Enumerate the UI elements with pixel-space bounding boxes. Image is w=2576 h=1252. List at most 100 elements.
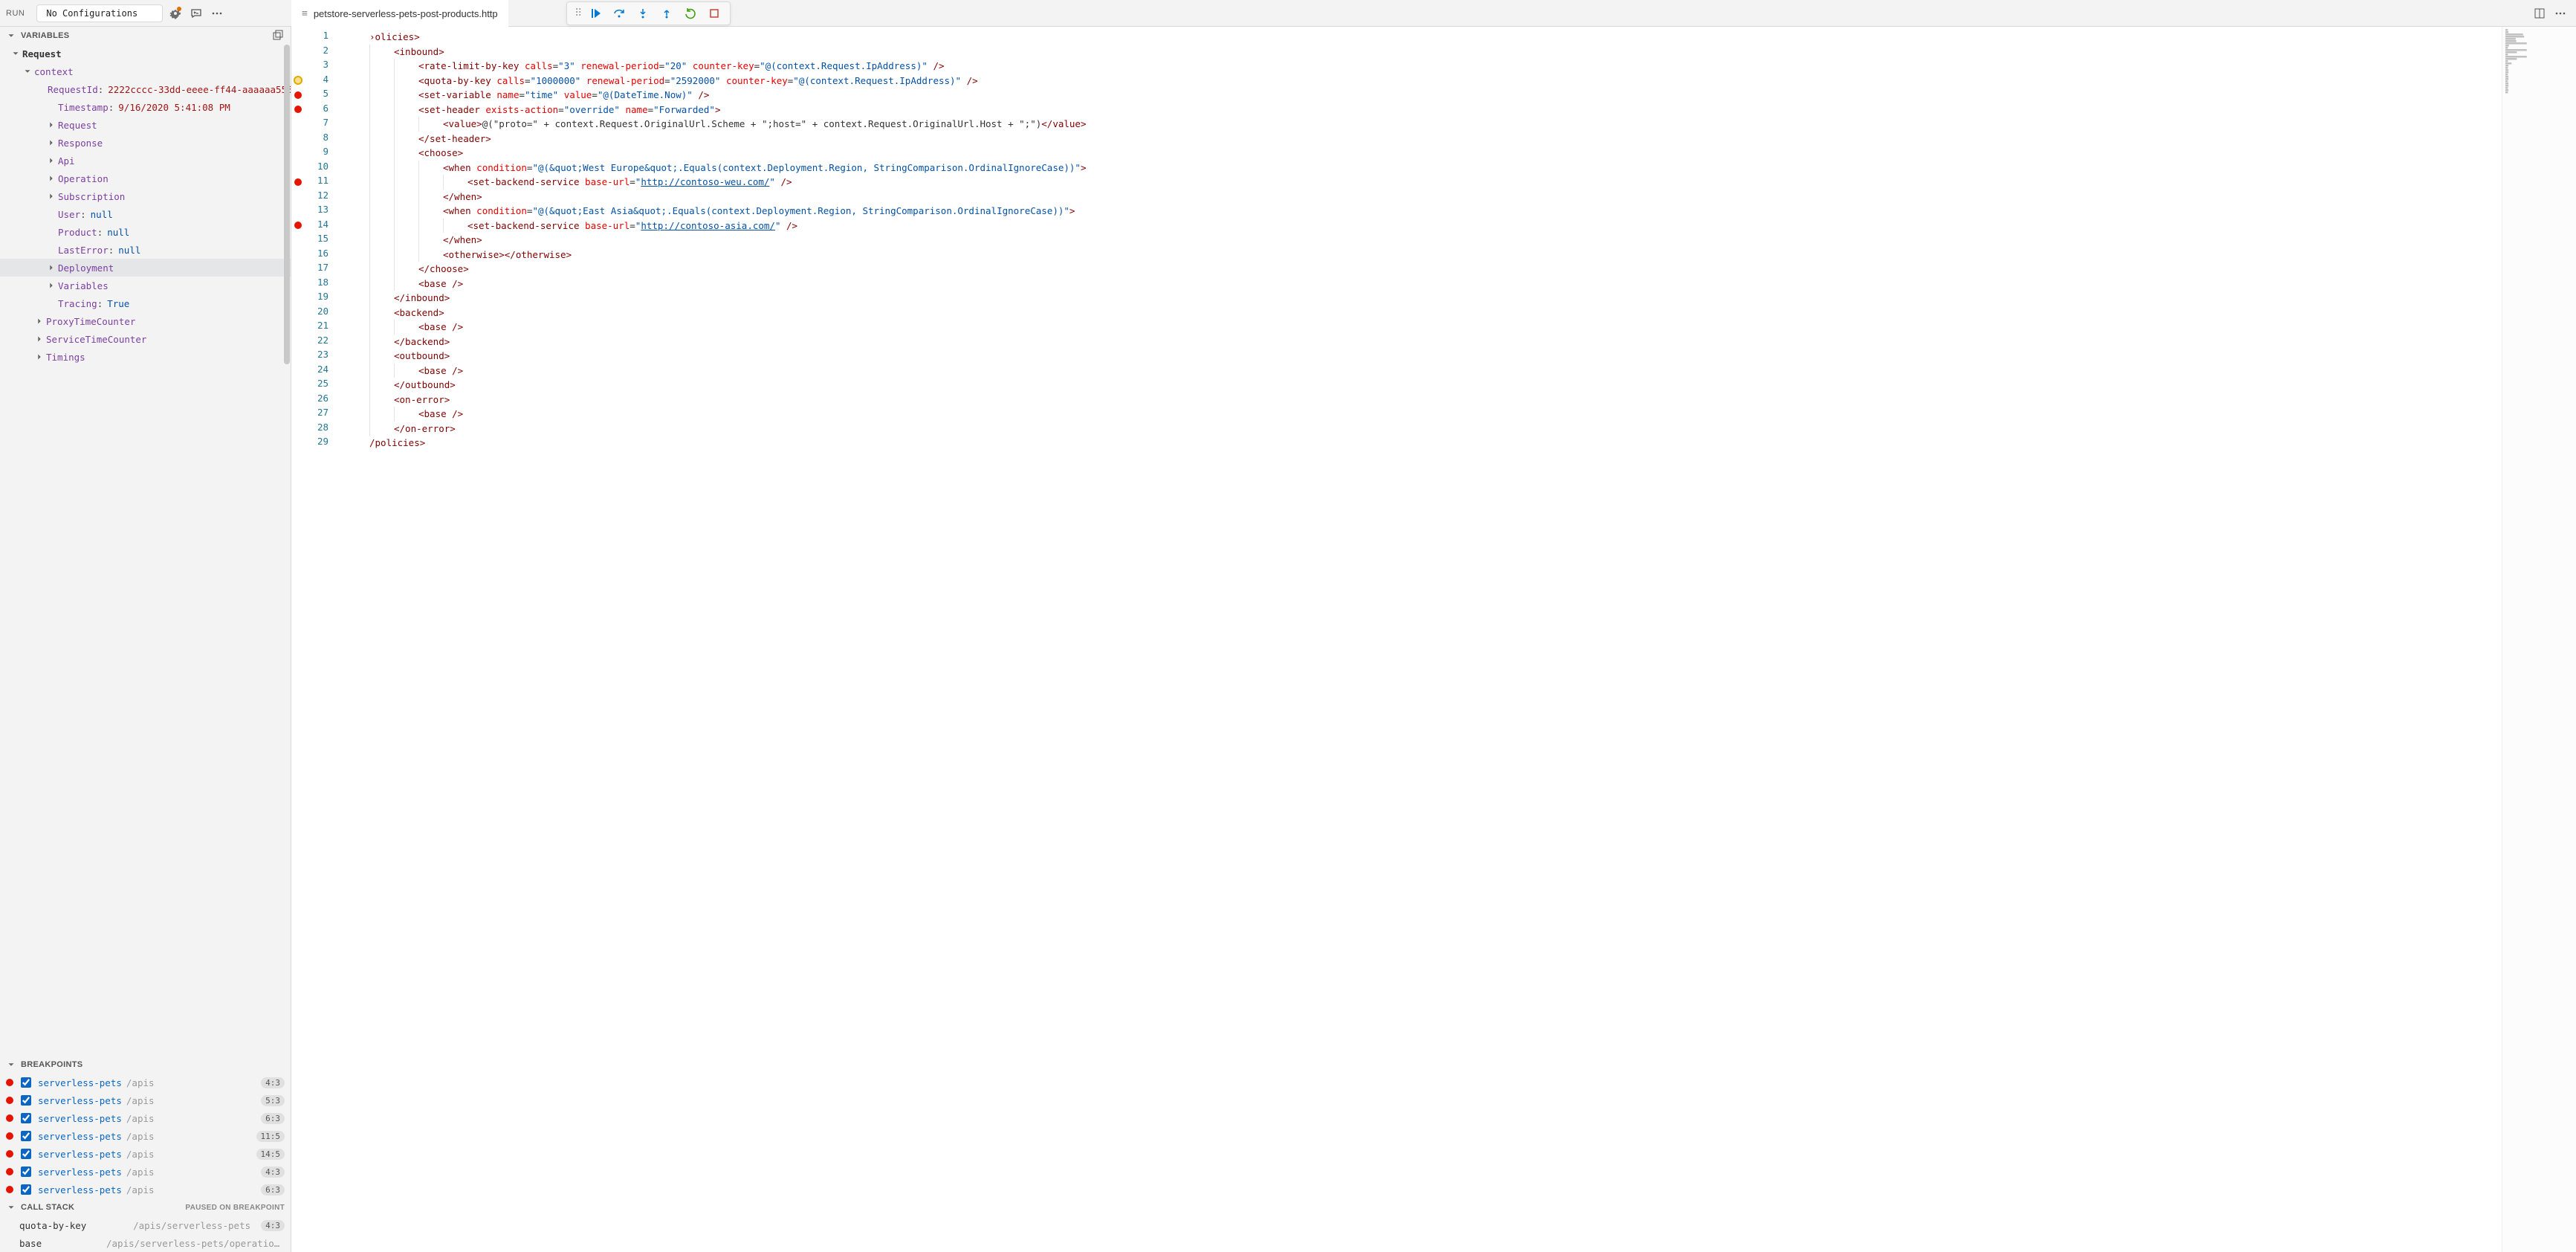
code-line[interactable]: </choose> (345, 262, 2502, 277)
breakpoint-row[interactable]: serverless-pets/apis14:5 (0, 1145, 291, 1163)
variable-row[interactable]: Request (0, 116, 291, 134)
breakpoint-row[interactable]: serverless-pets/apis4:3 (0, 1163, 291, 1181)
breakpoint-marker-icon[interactable] (294, 106, 302, 113)
grip-icon[interactable]: ⠿ (575, 7, 580, 19)
variable-row[interactable]: ProxyTimeCounter (0, 312, 291, 330)
callstack-frame[interactable]: base/apis/serverless-pets/operations/pos… (0, 1234, 291, 1252)
breakpoint-checkbox[interactable] (21, 1077, 31, 1088)
context-row[interactable]: context (0, 62, 291, 80)
breakpoint-marker-icon[interactable] (294, 222, 302, 229)
code-line[interactable]: <set-header exists-action="override" nam… (345, 103, 2502, 117)
code-line[interactable]: </outbound> (345, 378, 2502, 393)
code-line[interactable]: <base /> (345, 407, 2502, 422)
step-into-icon[interactable] (635, 5, 651, 22)
breakpoint-checkbox[interactable] (21, 1149, 31, 1159)
code-line[interactable]: <base /> (345, 277, 2502, 291)
code-line[interactable]: <set-backend-service base-url="http://co… (345, 175, 2502, 190)
breakpoint-checkbox[interactable] (21, 1184, 31, 1195)
stop-icon[interactable] (706, 5, 722, 22)
breakpoint-marker-icon[interactable] (294, 178, 302, 186)
variables-header[interactable]: VARIABLES (0, 27, 291, 45)
collapse-all-icon[interactable] (271, 29, 285, 42)
more-icon[interactable] (209, 5, 225, 22)
callstack-list[interactable]: quota-by-key/apis/serverless-pets4:3base… (0, 1216, 291, 1252)
editor-tab[interactable]: ≡ petstore-serverless-pets-post-products… (291, 0, 508, 27)
breakpoint-row[interactable]: serverless-pets/apis6:3 (0, 1181, 291, 1198)
variable-row[interactable]: Product:null (0, 223, 291, 241)
code-line[interactable]: <on-error> (345, 393, 2502, 407)
variables-tree[interactable]: Request context RequestId:2222cccc-33dd-… (0, 45, 291, 1056)
breakpoint-location-badge: 5:3 (261, 1095, 285, 1106)
run-config-select[interactable]: No Configurations (36, 4, 163, 22)
step-out-icon[interactable] (658, 5, 675, 22)
step-over-icon[interactable] (611, 5, 627, 22)
variable-row[interactable]: Variables (0, 277, 291, 294)
breakpoint-row[interactable]: serverless-pets/apis4:3 (0, 1074, 291, 1091)
code-line[interactable]: ›olicies> (345, 30, 2502, 45)
breakpoint-gutter[interactable] (291, 27, 305, 1252)
variable-row[interactable]: Response (0, 134, 291, 152)
code-line[interactable]: <backend> (345, 306, 2502, 320)
debug-console-icon[interactable] (188, 5, 204, 22)
breakpoint-row[interactable]: serverless-pets/apis5:3 (0, 1091, 291, 1109)
code-line[interactable]: <otherwise></otherwise> (345, 248, 2502, 262)
variable-row[interactable]: ServiceTimeCounter (0, 330, 291, 348)
callstack-status: PAUSED ON BREAKPOINT (185, 1204, 285, 1212)
variable-row[interactable]: User:null (0, 205, 291, 223)
code-line[interactable]: <base /> (345, 320, 2502, 335)
settings-badge-dot (177, 7, 181, 11)
variable-row[interactable]: RequestId:2222cccc-33dd-eeee-ff44-aaaaaa… (0, 80, 291, 98)
minimap[interactable]: ████ █████ █████████████████████████████… (2502, 27, 2576, 1252)
restart-icon[interactable] (682, 5, 699, 22)
breakpoint-row[interactable]: serverless-pets/apis6:3 (0, 1109, 291, 1127)
variable-row[interactable]: LastError:null (0, 241, 291, 259)
code-line[interactable]: <choose> (345, 146, 2502, 161)
breakpoint-checkbox[interactable] (21, 1167, 31, 1177)
code-line[interactable]: </inbound> (345, 291, 2502, 306)
scrollbar-thumb[interactable] (284, 45, 290, 364)
variable-row[interactable]: Timestamp:9/16/2020 5:41:08 PM (0, 98, 291, 116)
breakpoints-list[interactable]: serverless-pets/apis4:3serverless-pets/a… (0, 1074, 291, 1198)
code-line[interactable]: /policies> (345, 436, 2502, 451)
code-line[interactable]: <set-variable name="time" value="@(DateT… (345, 88, 2502, 103)
breakpoint-dot-icon (6, 1150, 13, 1158)
variable-row[interactable]: Deployment (0, 259, 291, 277)
code-line[interactable]: </set-header> (345, 132, 2502, 146)
split-editor-icon[interactable] (2531, 5, 2548, 22)
variable-row[interactable]: Timings (0, 348, 291, 366)
breakpoint-checkbox[interactable] (21, 1095, 31, 1106)
variable-row[interactable]: Operation (0, 170, 291, 187)
scope-row[interactable]: Request (0, 45, 291, 62)
code-line[interactable]: <when condition="@(&quot;West Europe&quo… (345, 161, 2502, 175)
code-line[interactable]: </when> (345, 190, 2502, 204)
callstack-header[interactable]: CALL STACK PAUSED ON BREAKPOINT (0, 1198, 291, 1216)
callstack-frame[interactable]: quota-by-key/apis/serverless-pets4:3 (0, 1216, 291, 1234)
code-line[interactable]: <quota-by-key calls="1000000" renewal-pe… (345, 74, 2502, 88)
chevron-down-icon (10, 48, 21, 59)
code-line[interactable]: <outbound> (345, 349, 2502, 364)
code-line[interactable]: <base /> (345, 364, 2502, 378)
variable-row[interactable]: Api (0, 152, 291, 170)
continue-icon[interactable] (587, 5, 603, 22)
variable-row[interactable]: Tracing:True (0, 294, 291, 312)
code-line[interactable]: </when> (345, 233, 2502, 248)
breakpoint-row[interactable]: serverless-pets/apis11:5 (0, 1127, 291, 1145)
code-line[interactable]: <rate-limit-by-key calls="3" renewal-per… (345, 59, 2502, 74)
code-line[interactable]: <when condition="@(&quot;East Asia&quot;… (345, 204, 2502, 219)
breakpoint-checkbox[interactable] (21, 1113, 31, 1123)
debug-toolbar[interactable]: ⠿ (566, 1, 731, 25)
editor[interactable]: 1234567891011121314151617181920212223242… (291, 27, 2576, 1252)
chevron-right-icon (46, 155, 56, 166)
breakpoint-marker-icon[interactable] (294, 91, 302, 99)
code-line[interactable]: </backend> (345, 335, 2502, 349)
code-area[interactable]: ›olicies><inbound><rate-limit-by-key cal… (334, 27, 2502, 1252)
code-line[interactable]: <set-backend-service base-url="http://co… (345, 219, 2502, 233)
variable-row[interactable]: Subscription (0, 187, 291, 205)
breakpoints-header[interactable]: BREAKPOINTS (0, 1056, 291, 1074)
settings-gear-icon[interactable] (167, 5, 184, 22)
tab-more-icon[interactable] (2552, 5, 2569, 22)
code-line[interactable]: </on-error> (345, 422, 2502, 436)
breakpoint-checkbox[interactable] (21, 1131, 31, 1141)
code-line[interactable]: <inbound> (345, 45, 2502, 59)
code-line[interactable]: <value>@("proto=" + context.Request.Orig… (345, 117, 2502, 132)
